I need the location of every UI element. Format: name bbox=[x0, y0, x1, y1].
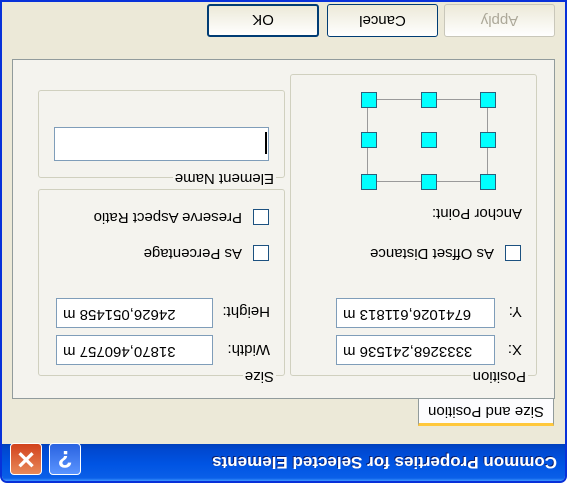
preserve-aspect-ratio-checkbox[interactable] bbox=[253, 209, 269, 225]
element-name-input[interactable] bbox=[54, 127, 269, 161]
title-bar[interactable]: Common Properties for Selected Elements … bbox=[2, 443, 565, 481]
anchor-handle-bottom-center[interactable] bbox=[421, 174, 437, 190]
tab-page: Position X: 3333268,241536 m Y: 6741026,… bbox=[12, 59, 555, 399]
as-offset-checkbox[interactable] bbox=[505, 245, 521, 261]
x-input[interactable]: 3333268,241536 m bbox=[336, 335, 495, 365]
as-offset-label: As Offset Distance bbox=[370, 245, 494, 262]
anchor-handle-center[interactable] bbox=[421, 132, 437, 148]
anchor-point-label: Anchor Point: bbox=[431, 205, 522, 222]
position-group: Position X: 3333268,241536 m Y: 6741026,… bbox=[290, 74, 537, 385]
y-label: Y: bbox=[508, 303, 522, 320]
help-icon: ? bbox=[57, 445, 73, 472]
position-group-label: Position bbox=[470, 368, 528, 385]
apply-button[interactable]: Apply bbox=[444, 4, 555, 37]
anchor-handle-middle-left[interactable] bbox=[361, 132, 377, 148]
tab-size-and-position[interactable]: Size and Position bbox=[418, 398, 554, 426]
anchor-handle-top-center[interactable] bbox=[421, 92, 437, 108]
dialog-window: Common Properties for Selected Elements … bbox=[0, 0, 567, 483]
as-percentage-label: As Percentage bbox=[143, 245, 242, 262]
anchor-handle-bottom-right[interactable] bbox=[480, 174, 496, 190]
y-input[interactable]: 6741026,611813 m bbox=[336, 298, 495, 328]
anchor-handle-top-left[interactable] bbox=[361, 92, 377, 108]
width-input[interactable]: 31870,460757 m bbox=[56, 335, 213, 365]
text-cursor bbox=[265, 132, 267, 154]
anchor-handle-top-right[interactable] bbox=[480, 92, 496, 108]
height-input[interactable]: 24626,051458 m bbox=[56, 298, 213, 328]
preserve-aspect-ratio-label: Preserve Aspect Ratio bbox=[93, 209, 242, 226]
as-percentage-checkbox[interactable] bbox=[253, 245, 269, 261]
window-title: Common Properties for Selected Elements bbox=[212, 453, 557, 472]
cancel-button[interactable]: Cancel bbox=[327, 4, 438, 37]
anchor-point-selector[interactable] bbox=[356, 80, 496, 190]
anchor-handle-middle-right[interactable] bbox=[480, 132, 496, 148]
size-group: Size Width: 31870,460757 m Height: 24626… bbox=[38, 189, 285, 385]
x-label: X: bbox=[507, 341, 522, 358]
close-button[interactable]: ✕ bbox=[10, 443, 42, 475]
element-name-group: Element Name bbox=[38, 90, 285, 187]
tab-label: Size and Position bbox=[428, 403, 544, 420]
dialog-frame: Common Properties for Selected Elements … bbox=[0, 0, 567, 483]
ok-button[interactable]: OK bbox=[207, 4, 319, 37]
close-icon: ✕ bbox=[15, 445, 37, 472]
anchor-handle-bottom-left[interactable] bbox=[361, 174, 377, 190]
width-label: Width: bbox=[227, 341, 270, 358]
element-name-group-label: Element Name bbox=[172, 170, 276, 187]
height-label: Height: bbox=[222, 303, 270, 320]
help-button[interactable]: ? bbox=[49, 443, 81, 475]
size-group-label: Size bbox=[242, 368, 276, 385]
